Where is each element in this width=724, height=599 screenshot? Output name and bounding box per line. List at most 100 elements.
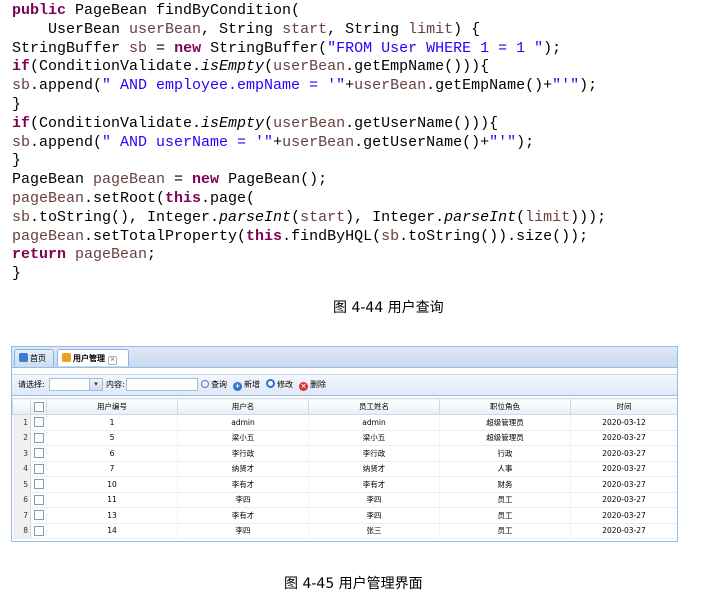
row-number: 7 xyxy=(12,507,31,524)
code-line: sb.append(" AND userName = '"+userBean.g… xyxy=(12,134,712,153)
chevron-down-icon[interactable]: ▾ xyxy=(89,379,102,390)
row-checkbox-cell[interactable] xyxy=(30,507,47,524)
code-token: ), Integer. xyxy=(345,208,445,226)
row-number: 2 xyxy=(12,430,31,446)
cell-position-role: 超级管理员 xyxy=(439,430,571,446)
code-token: .getUserName())){ xyxy=(345,114,499,132)
cell-position-role: 员工 xyxy=(439,523,571,539)
cell-user-name: 李有才 xyxy=(177,476,309,493)
row-number: 4 xyxy=(12,461,31,477)
code-token: , String xyxy=(327,20,409,38)
row-checkbox[interactable] xyxy=(33,432,44,443)
table-row[interactable]: 8 14 李四 张三 员工 2020-03-27 xyxy=(12,523,677,539)
row-checkbox-cell[interactable] xyxy=(30,523,47,539)
select-label: 请选择: xyxy=(18,380,45,389)
table-row[interactable]: 2 5 梁小五 梁小五 超级管理员 2020-03-27 xyxy=(12,430,677,446)
content-input[interactable] xyxy=(126,378,198,391)
row-checkbox-cell[interactable] xyxy=(30,414,47,431)
column-header-position-role[interactable]: 职位角色 xyxy=(439,398,571,415)
code-token: sb xyxy=(12,208,31,226)
user-grid: 用户编号 用户名 员工姓名 职位角色 时间 1 1 admin admin 超级管理员 2… xyxy=(12,398,677,539)
tab-user-management[interactable]: 用户管理 × xyxy=(57,349,129,366)
delete-button-label: 删除 xyxy=(310,380,326,389)
search-toolbar: 请选择: ▾ 内容: 查询 + 新增 修改 × 删除 xyxy=(12,374,677,396)
code-token: (ConditionValidate. xyxy=(30,58,202,76)
tab-home[interactable]: 首页 xyxy=(14,349,54,366)
table-row[interactable]: 4 7 纳贤才 纳贤才 人事 2020-03-27 xyxy=(12,461,677,477)
table-row[interactable]: 5 10 李有才 李有才 财务 2020-03-27 xyxy=(12,476,677,493)
code-token: .findByHQL( xyxy=(282,227,382,245)
row-checkbox-cell[interactable] xyxy=(30,492,47,508)
row-checkbox-cell[interactable] xyxy=(30,445,47,462)
cell-position-role: 超级管理员 xyxy=(439,414,571,431)
table-row[interactable]: 3 6 李行政 李行政 行政 2020-03-27 xyxy=(12,445,677,462)
code-token: ( xyxy=(516,208,526,226)
cell-user-name: 梁小五 xyxy=(177,430,309,446)
add-button[interactable]: + 新增 xyxy=(233,375,260,395)
figure-caption-4-45: 图 4-45 用户管理界面 xyxy=(284,576,423,592)
code-line: public PageBean findByCondition( xyxy=(12,2,712,21)
cell-time: 2020-03-12 xyxy=(570,414,677,431)
cell-position-role: 财务 xyxy=(439,476,571,493)
code-token: sb xyxy=(129,39,148,57)
code-line: return pageBean; xyxy=(12,246,712,265)
close-icon[interactable]: × xyxy=(108,356,117,365)
column-header-employee-name[interactable]: 员工姓名 xyxy=(308,398,440,415)
table-row[interactable]: 6 11 李四 李四 员工 2020-03-27 xyxy=(12,492,677,508)
code-token: "'" xyxy=(552,77,580,95)
cell-time: 2020-03-27 xyxy=(570,445,677,462)
cell-position-role: 人事 xyxy=(439,461,571,477)
table-row[interactable]: 7 13 李有才 李四 员工 2020-03-27 xyxy=(12,507,677,524)
cell-user-id: 14 xyxy=(46,523,178,539)
row-checkbox[interactable] xyxy=(33,463,44,474)
code-token: this xyxy=(165,189,202,207)
table-row[interactable]: 1 1 admin admin 超级管理员 2020-03-12 xyxy=(12,414,677,431)
cell-user-name: 纳贤才 xyxy=(177,461,309,477)
code-token: public xyxy=(12,2,67,19)
code-line: UserBean userBean, String start, String … xyxy=(12,21,712,40)
cell-user-id: 7 xyxy=(46,461,178,477)
row-number: 6 xyxy=(12,492,31,508)
home-icon xyxy=(19,353,28,362)
cell-employee-name: 李有才 xyxy=(308,476,440,493)
row-checkbox[interactable] xyxy=(33,494,44,505)
row-checkbox-cell[interactable] xyxy=(30,476,47,493)
column-header-time[interactable]: 时间 xyxy=(570,398,677,415)
delete-button[interactable]: × 删除 xyxy=(299,375,326,395)
search-button-label: 查询 xyxy=(211,380,227,389)
code-token: " AND userName = '" xyxy=(102,133,274,151)
code-token: isEmpty xyxy=(201,58,265,76)
user-manage-icon xyxy=(62,353,71,362)
row-number: 8 xyxy=(12,523,31,539)
code-token: } xyxy=(12,95,22,113)
code-token: .append( xyxy=(30,133,103,151)
code-token: this xyxy=(246,227,283,245)
code-token: ))); xyxy=(570,208,607,226)
cell-time: 2020-03-27 xyxy=(570,523,677,539)
cell-user-name: 李行政 xyxy=(177,445,309,462)
code-token: sb xyxy=(381,227,400,245)
row-checkbox-cell[interactable] xyxy=(30,430,47,446)
row-checkbox-cell[interactable] xyxy=(30,461,47,477)
code-token: return xyxy=(12,246,67,264)
select-all-checkbox[interactable] xyxy=(33,401,44,412)
code-line: PageBean pageBean = new PageBean(); xyxy=(12,171,712,190)
row-checkbox[interactable] xyxy=(33,448,44,459)
code-line: StringBuffer sb = new StringBuffer("FROM… xyxy=(12,40,712,59)
search-button[interactable]: 查询 xyxy=(201,375,227,395)
search-icon xyxy=(201,380,209,388)
row-checkbox[interactable] xyxy=(33,510,44,521)
row-number-header xyxy=(12,398,31,415)
row-checkbox[interactable] xyxy=(33,417,44,428)
column-header-user-name[interactable]: 用户名 xyxy=(177,398,309,415)
code-token: ; xyxy=(147,246,157,264)
row-checkbox[interactable] xyxy=(33,525,44,536)
column-header-user-id[interactable]: 用户编号 xyxy=(46,398,178,415)
select-all-checkbox-cell[interactable] xyxy=(30,398,47,415)
code-token: PageBean xyxy=(12,171,94,189)
edit-button[interactable]: 修改 xyxy=(266,375,293,395)
code-line: } xyxy=(12,96,712,115)
row-checkbox[interactable] xyxy=(33,479,44,490)
condition-select[interactable]: ▾ xyxy=(49,378,103,391)
